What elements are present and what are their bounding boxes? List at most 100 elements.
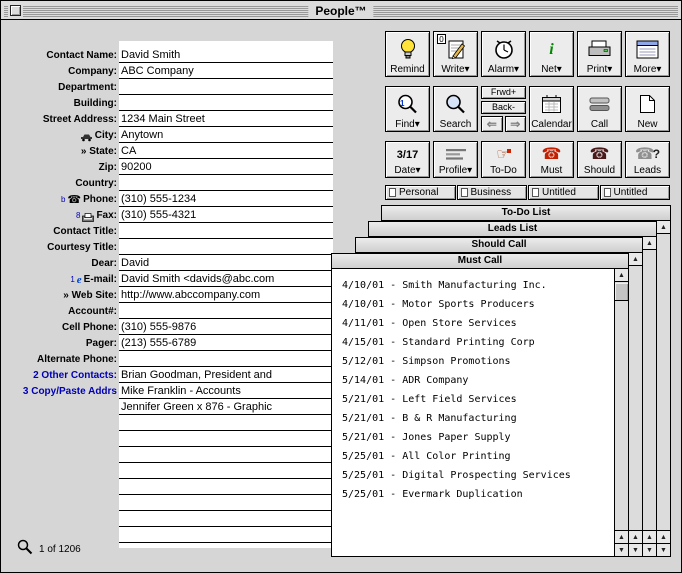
scroll-down-icon[interactable]: ▼ [657, 543, 670, 556]
field-value[interactable]: Jennifer Green x 876 - Graphic [119, 400, 333, 415]
form-row: Alternate Phone: [3, 351, 333, 367]
date-button[interactable]: 3/17 Date▾ [385, 141, 430, 178]
profile-button[interactable]: Profile▾ [433, 141, 478, 178]
must-scrollbar[interactable]: ▲ ▲ ▼ [614, 269, 628, 556]
field-value[interactable]: 1234 Main Street [119, 112, 333, 127]
field-value[interactable]: 90200 [119, 160, 333, 175]
field-value[interactable]: ABC Company [119, 64, 333, 79]
search-button[interactable]: Search [433, 86, 478, 132]
field-value[interactable] [119, 512, 333, 527]
scroll-up-icon[interactable]: ▲ [615, 530, 628, 543]
must-call-item[interactable]: 4/10/01 - Motor Sports Producers [342, 295, 614, 314]
must-call-item[interactable]: 4/10/01 - Smith Manufacturing Inc. [342, 276, 614, 295]
field-value[interactable] [119, 432, 333, 447]
scroll-up-icon[interactable]: ▲ [657, 221, 670, 234]
must-call-item[interactable]: 5/21/01 - B & R Manufacturing [342, 409, 614, 428]
field-value[interactable]: David Smith <davids@abc.com [119, 272, 333, 287]
calendar-button[interactable]: Calendar [529, 86, 574, 132]
scroll-up-icon[interactable]: ▲ [629, 530, 642, 543]
field-value[interactable] [119, 416, 333, 431]
category-tab[interactable]: Untitled [528, 185, 599, 200]
todo-button[interactable]: ☞ To-Do [481, 141, 526, 178]
form-row: Building: [3, 95, 333, 111]
net-button[interactable]: i Net▾ [529, 31, 574, 77]
field-value[interactable] [119, 96, 333, 111]
field-value[interactable]: Brian Goodman, President and [119, 368, 333, 383]
category-tab[interactable]: Personal [385, 185, 456, 200]
new-button[interactable]: New [625, 86, 670, 132]
record-count: 1 of 1206 [39, 544, 81, 555]
scroll-up-icon[interactable]: ▲ [615, 269, 628, 282]
field-value[interactable] [119, 480, 333, 495]
should-call-title[interactable]: Should Call [356, 238, 642, 253]
calendar-label: Calendar [531, 119, 572, 130]
must-call-item[interactable]: 5/21/01 - Jones Paper Supply [342, 428, 614, 447]
alarm-button[interactable]: Alarm▾ [481, 31, 526, 77]
field-value[interactable]: Anytown [119, 128, 333, 143]
leads-scrollbar[interactable]: ▲ ▲ ▼ [642, 237, 656, 556]
field-value[interactable] [119, 240, 333, 255]
category-tab[interactable]: Business [457, 185, 528, 200]
field-value[interactable]: David [119, 256, 333, 271]
must-call-item[interactable]: 5/21/01 - Left Field Services [342, 390, 614, 409]
scroll-up-icon[interactable]: ▲ [643, 530, 656, 543]
magnifier-icon[interactable] [17, 539, 33, 560]
must-call-item[interactable]: 4/11/01 - Open Store Services [342, 314, 614, 333]
field-value[interactable]: David Smith [119, 48, 333, 63]
write-button[interactable]: 0 Write▾ [433, 31, 478, 77]
field-value[interactable] [119, 224, 333, 239]
field-value[interactable] [119, 304, 333, 319]
should-scrollbar[interactable]: ▲ ▲ ▼ [628, 253, 642, 556]
must-call-item[interactable]: 5/25/01 - Digital Prospecting Services [342, 466, 614, 485]
must-call-item[interactable]: 5/25/01 - All Color Printing [342, 447, 614, 466]
back-button[interactable]: Back- [481, 101, 526, 114]
forward-button[interactable]: Frwd+ [481, 86, 526, 99]
close-box[interactable] [10, 5, 21, 16]
scroll-up-icon[interactable]: ▲ [643, 237, 656, 250]
prev-record-arrow-icon[interactable]: ⇐ [481, 116, 503, 132]
field-value[interactable]: http://www.abccompany.com [119, 288, 333, 303]
scroll-up-icon[interactable]: ▲ [657, 530, 670, 543]
leads-list-title[interactable]: Leads List [369, 222, 656, 237]
scroll-up-icon[interactable]: ▲ [629, 253, 642, 266]
scroll-down-icon[interactable]: ▼ [615, 543, 628, 556]
field-value[interactable]: (310) 555-1234 [119, 192, 333, 207]
should-button[interactable]: ☎ Should [577, 141, 622, 178]
more-button[interactable]: More▾ [625, 31, 670, 77]
must-call-title[interactable]: Must Call [332, 254, 628, 269]
field-value[interactable] [119, 352, 333, 367]
field-value[interactable]: Mike Franklin - Accounts [119, 384, 333, 399]
field-value[interactable] [119, 464, 333, 479]
scroll-thumb[interactable] [615, 283, 628, 301]
form-row: Pager: (213) 555-6789 [3, 335, 333, 351]
field-value[interactable] [119, 176, 333, 191]
must-call-item[interactable]: 4/15/01 - Standard Printing Corp [342, 333, 614, 352]
todo-scrollbar[interactable]: ▲ ▲ ▼ [656, 221, 670, 556]
todo-list-title[interactable]: To-Do List [382, 206, 670, 221]
must-call-item[interactable]: 5/14/01 - ADR Company [342, 371, 614, 390]
remind-button[interactable]: Remind [385, 31, 430, 77]
field-value[interactable]: (310) 555-9876 [119, 320, 333, 335]
field-label: 8 Fax: [3, 209, 117, 223]
field-value[interactable] [119, 528, 333, 543]
window-titlebar[interactable]: People™ [1, 1, 681, 20]
field-value[interactable]: CA [119, 144, 333, 159]
leads-button[interactable]: ☎? Leads [625, 141, 670, 178]
field-value[interactable] [119, 80, 333, 95]
must-call-item[interactable]: 5/25/01 - Evermark Duplication [342, 485, 614, 504]
todo-hand-icon: ☞ [482, 144, 525, 165]
field-value[interactable] [119, 448, 333, 463]
print-button[interactable]: Print▾ [577, 31, 622, 77]
field-value[interactable] [119, 496, 333, 511]
scroll-down-icon[interactable]: ▼ [629, 543, 642, 556]
next-record-arrow-icon[interactable]: ⇒ [505, 116, 527, 132]
scroll-down-icon[interactable]: ▼ [643, 543, 656, 556]
call-button[interactable]: Call [577, 86, 622, 132]
field-value[interactable]: (310) 555-4321 [119, 208, 333, 223]
tab-label: Untitled [542, 187, 576, 199]
find-button[interactable]: 1 Find▾ [385, 86, 430, 132]
category-tab[interactable]: Untitled [600, 185, 671, 200]
must-call-item[interactable]: 5/12/01 - Simpson Promotions [342, 352, 614, 371]
field-value[interactable]: (213) 555-6789 [119, 336, 333, 351]
must-button[interactable]: ☎ Must [529, 141, 574, 178]
